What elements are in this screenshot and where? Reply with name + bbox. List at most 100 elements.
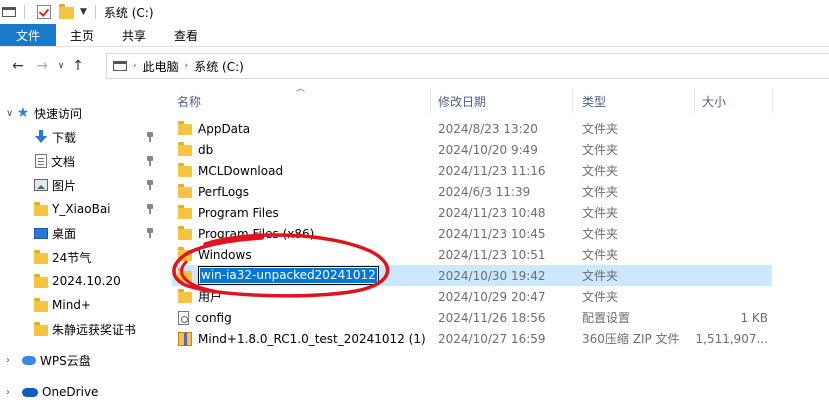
table-row[interactable]: config 2024/11/26 18:56 配置设置 1 KB [172, 307, 772, 328]
sidebar-item-y-xiaobai[interactable]: Y_XiaoBai [0, 198, 160, 220]
folder-icon [178, 268, 192, 282]
navigation-bar: ← → ∨ ↑ › 此电脑 › 系统 (C:) [0, 53, 829, 79]
sidebar-item-pictures[interactable]: 图片 [0, 174, 160, 196]
file-size [678, 160, 768, 181]
up-arrow-icon[interactable]: ↑ [68, 56, 88, 76]
column-divider[interactable] [572, 89, 573, 113]
desktop-icon [34, 227, 48, 239]
file-name: Program Files [198, 205, 279, 220]
column-header-name[interactable]: 名称 [177, 91, 201, 111]
table-row[interactable]: Program Files 2024/11/23 10:48 文件夹 [172, 202, 772, 223]
folder-icon [178, 142, 192, 156]
sidebar-item-mind-plus[interactable]: Mind+ [0, 294, 160, 316]
file-date: 2024/10/29 20:47 [438, 289, 546, 304]
file-type: 文件夹 [582, 164, 619, 178]
new-folder-icon[interactable] [59, 4, 74, 19]
pin-icon [146, 204, 154, 214]
sidebar-item-label: Mind+ [52, 298, 91, 312]
table-row[interactable]: db 2024/10/20 9:49 文件夹 [172, 139, 772, 160]
pin-icon [146, 180, 154, 190]
sidebar-item-quick-access[interactable]: ∨ ★ 快速访问 [0, 102, 160, 124]
folder-icon [178, 121, 192, 135]
file-name: PerfLogs [198, 184, 250, 199]
chevron-down-icon[interactable]: ∨ [54, 56, 68, 76]
sidebar-item-24-jieqi[interactable]: 24节气 [0, 246, 160, 268]
folder-icon [34, 201, 48, 216]
sidebar-item-label: OneDrive [42, 385, 99, 399]
sidebar-item-label: 朱静远获奖证书 [52, 322, 137, 337]
folder-icon [178, 163, 192, 177]
column-header-size[interactable]: 大小 [702, 91, 726, 111]
table-row[interactable]: Program Files (x86) 2024/11/23 10:45 文件夹 [172, 223, 772, 244]
file-size [678, 265, 768, 286]
column-divider[interactable] [772, 89, 773, 113]
chevron-right-icon[interactable]: › [6, 355, 16, 366]
file-name: Mind+1.8.0_RC1.0_test_20241012 (1) [198, 331, 426, 346]
sidebar-item-label: 2024.10.20 [52, 274, 121, 288]
pin-icon [146, 156, 154, 166]
table-row-selected[interactable]: win-ia32-unpacked20241012 2024/10/30 19:… [172, 265, 772, 286]
file-size [678, 202, 768, 223]
file-name: Windows [198, 247, 252, 262]
chevron-right-icon[interactable]: › [6, 387, 16, 398]
sidebar-item-2024-10-20[interactable]: 2024.10.20 [0, 270, 160, 292]
chevron-right-icon[interactable]: › [185, 61, 189, 71]
back-arrow-icon[interactable]: ← [8, 56, 28, 76]
column-divider[interactable] [430, 89, 431, 113]
chevron-down-icon[interactable]: ▼ [80, 7, 87, 17]
tab-home[interactable]: 主页 [56, 24, 108, 46]
sort-ascending-icon: ︿ [296, 84, 306, 94]
breadcrumb-this-pc[interactable]: 此电脑 [143, 58, 179, 75]
file-type: 360压缩 ZIP 文件 [582, 332, 680, 346]
column-divider[interactable] [694, 89, 695, 113]
pin-icon [146, 228, 154, 238]
table-row[interactable]: MCLDownload 2024/11/23 11:16 文件夹 [172, 160, 772, 181]
chevron-down-icon[interactable]: ∨ [6, 108, 16, 119]
sidebar-item-label: 桌面 [52, 226, 77, 241]
sidebar-item-certificates[interactable]: 朱静远获奖证书 [0, 318, 160, 340]
sidebar-item-documents[interactable]: 文档 [0, 150, 160, 172]
address-bar[interactable]: › 此电脑 › 系统 (C:) [106, 53, 829, 79]
table-row[interactable]: AppData 2024/8/23 13:20 文件夹 [172, 118, 772, 139]
file-size [678, 286, 768, 307]
file-date: 2024/6/3 11:39 [438, 184, 531, 199]
properties-icon[interactable] [37, 5, 51, 19]
file-size [678, 223, 768, 244]
chevron-right-icon[interactable]: › [133, 61, 137, 71]
table-row[interactable]: PerfLogs 2024/6/3 11:39 文件夹 [172, 181, 772, 202]
file-name: MCLDownload [198, 163, 284, 178]
sidebar-item-downloads[interactable]: 下载 [0, 126, 160, 148]
table-row[interactable]: Windows 2024/11/23 10:51 文件夹 [172, 244, 772, 265]
column-header-type[interactable]: 类型 [582, 91, 606, 111]
tab-view[interactable]: 查看 [160, 24, 212, 46]
quick-access-toolbar: ▼ [0, 0, 104, 24]
file-date: 2024/10/20 9:49 [438, 142, 538, 157]
file-name[interactable]: win-ia32-unpacked20241012 [200, 268, 377, 283]
sidebar-item-onedrive[interactable]: › OneDrive [0, 381, 160, 403]
sidebar-item-wps-cloud[interactable]: › WPS云盘 [0, 349, 160, 371]
tab-share[interactable]: 共享 [108, 24, 160, 46]
breadcrumb-drive-c[interactable]: 系统 (C:) [194, 58, 244, 75]
table-row[interactable]: Mind+1.8.0_RC1.0_test_20241012 (1) 2024/… [172, 328, 772, 349]
file-size [678, 139, 768, 160]
tab-file[interactable]: 文件 [0, 24, 56, 46]
folder-icon [34, 321, 48, 336]
sidebar-item-label: Y_XiaoBai [52, 202, 111, 216]
sidebar-item-label: 下载 [52, 130, 77, 145]
file-type: 文件夹 [582, 185, 619, 199]
folder-icon [178, 184, 192, 198]
file-date: 2024/11/23 11:16 [438, 163, 546, 178]
sidebar-item-label: WPS云盘 [40, 353, 91, 368]
file-name: config [195, 310, 232, 325]
table-row[interactable]: 用户 2024/10/29 20:47 文件夹 [172, 286, 772, 307]
file-date: 2024/8/23 13:20 [438, 121, 538, 136]
column-header-date[interactable]: 修改日期 [438, 91, 486, 111]
download-icon [34, 130, 48, 144]
rename-input[interactable]: win-ia32-unpacked20241012 [198, 266, 379, 285]
sidebar-item-desktop[interactable]: 桌面 [0, 222, 160, 244]
folder-icon [178, 289, 192, 303]
file-type: 文件夹 [582, 122, 619, 136]
forward-arrow-icon[interactable]: → [32, 56, 52, 76]
cloud-icon [22, 355, 36, 365]
file-type: 文件夹 [582, 290, 619, 304]
